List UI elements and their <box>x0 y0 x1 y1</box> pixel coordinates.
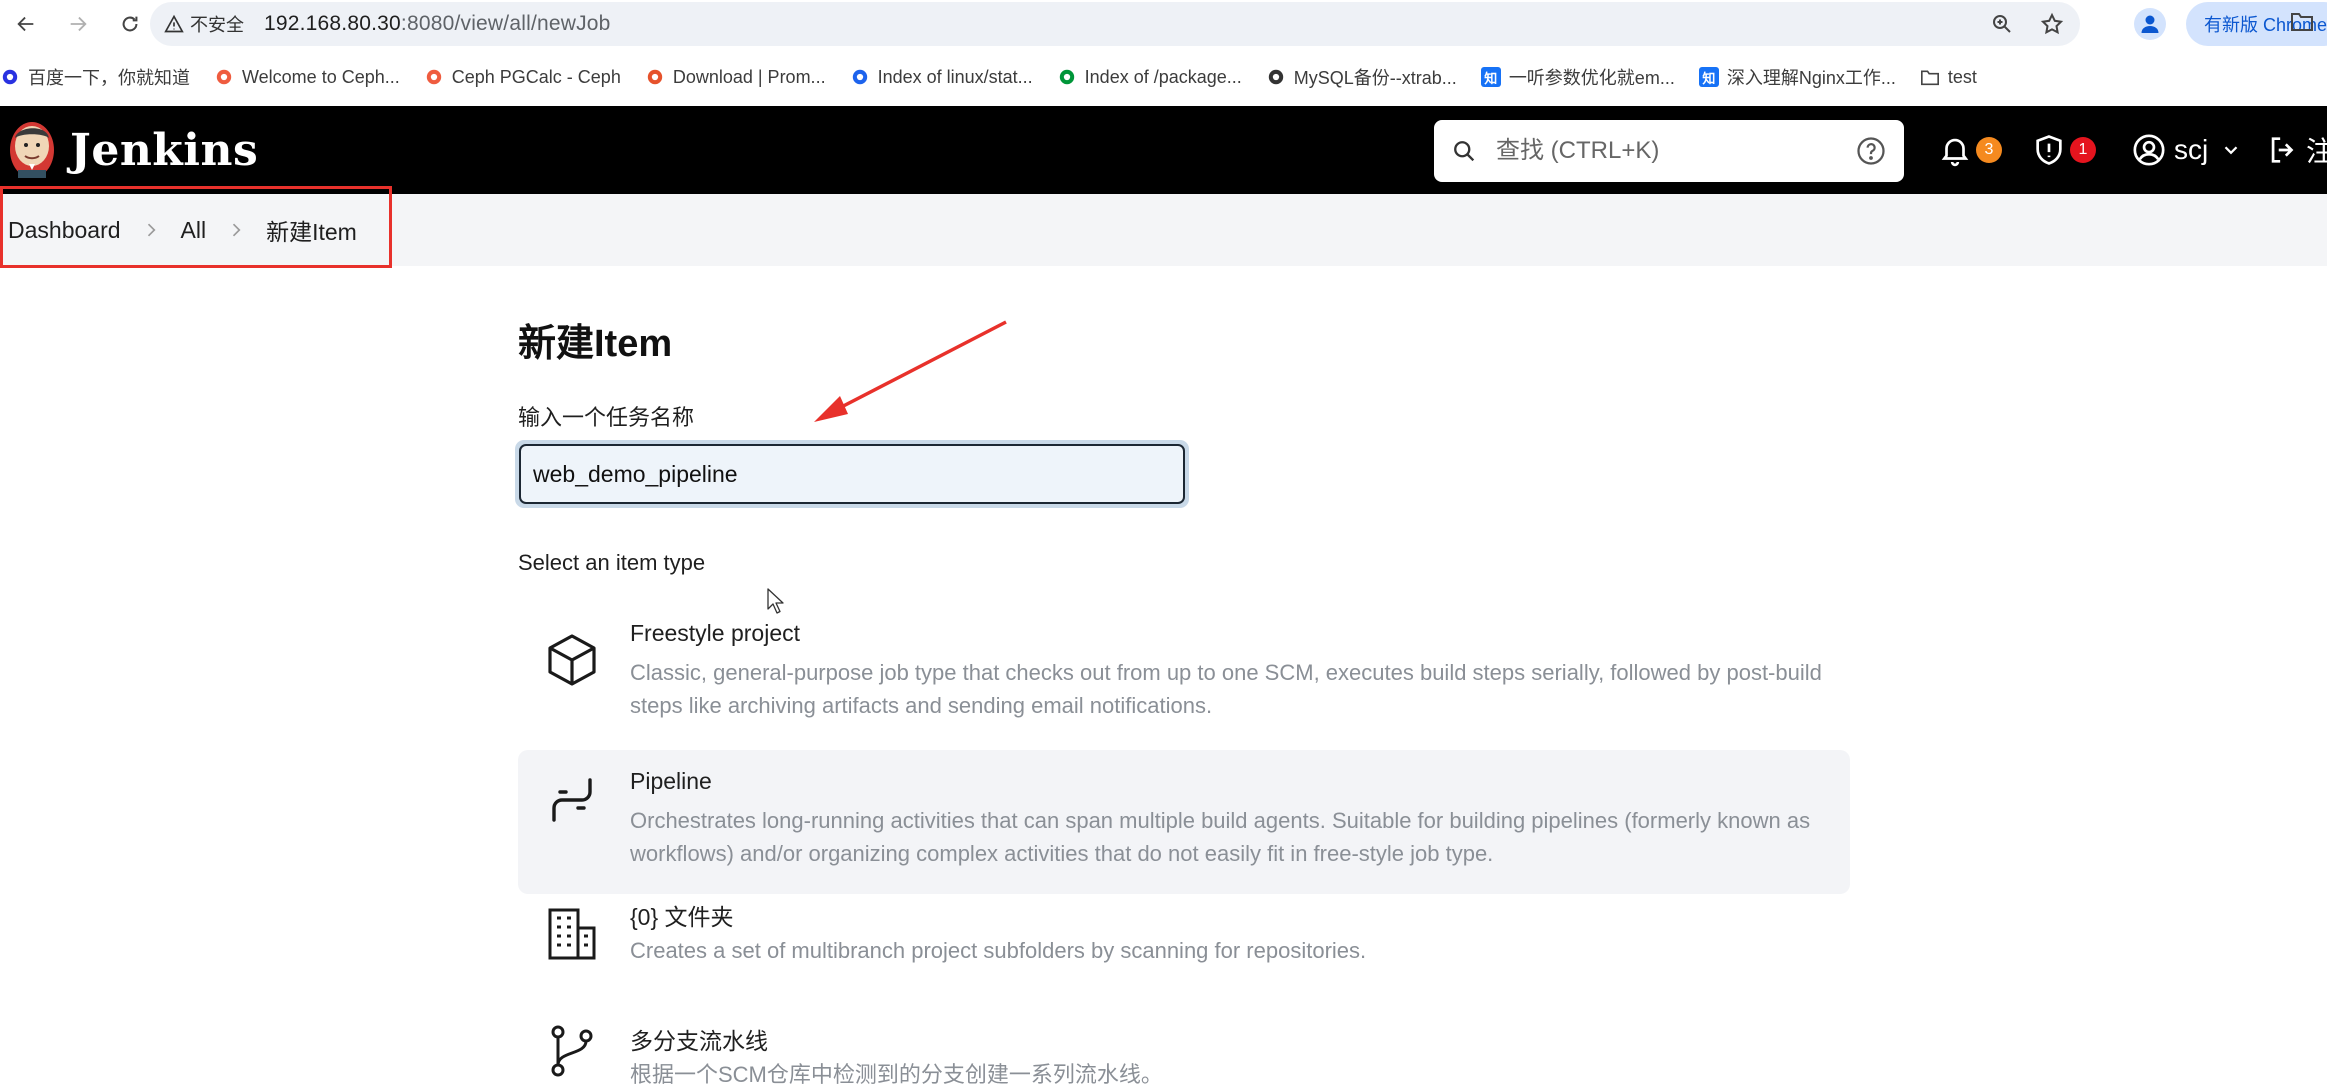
arrow-left-icon <box>17 16 34 32</box>
item-type-label: Select an item type <box>518 550 706 575</box>
search-box[interactable] <box>1434 120 1904 182</box>
baidu-icon <box>0 67 20 87</box>
bookmark-label: 深入理解Nginx工作... <box>1726 68 1896 88</box>
jenkins-wordmark: Jenkins <box>70 124 259 176</box>
bookmark-item[interactable]: test <box>1920 67 1977 88</box>
notifications-badge: 3 <box>1976 137 2002 163</box>
url-host: 192.168.80.30 <box>264 12 401 35</box>
bookmark-item[interactable]: Download | Prom... <box>645 67 826 88</box>
ceph-icon <box>424 67 444 87</box>
security-badge: 1 <box>2070 137 2096 163</box>
mouse-cursor <box>767 588 784 614</box>
security-warning[interactable]: 不安全 <box>164 11 244 37</box>
search-input[interactable] <box>1496 137 1836 165</box>
bookmark-label: Welcome to Ceph... <box>242 66 400 87</box>
git-branch-icon <box>551 1025 593 1077</box>
bookmark-item[interactable]: Welcome to Ceph... <box>214 67 400 88</box>
bookmarks-bar: 百度一下，你就知道 Welcome to Ceph... Ceph PGCalc -… <box>0 56 2327 98</box>
url-path: :8080/view/all/newJob <box>400 12 611 35</box>
folder-icon <box>1920 67 1940 87</box>
prometheus-icon <box>645 67 665 87</box>
reload-button[interactable] <box>104 0 156 48</box>
bookmark-label: MySQL备份--xtrab... <box>1293 68 1457 88</box>
bookmark-label: Index of /package... <box>1084 66 1242 87</box>
logout-icon <box>2271 137 2294 163</box>
bookmark-item[interactable]: Ceph PGCalc - Ceph <box>424 67 621 88</box>
item-name-label: 输入一个任务名称 <box>518 405 695 430</box>
item-type-pipeline[interactable]: Pipeline Orchestrates long-running activ… <box>518 750 1850 894</box>
item-type-description: Classic, general-purpose job type that c… <box>630 660 1822 718</box>
bell-icon <box>1941 138 1969 167</box>
user-circle-icon <box>2133 134 2165 166</box>
bookmark-label: Index of linux/stat... <box>877 66 1033 87</box>
nginx-icon <box>1057 67 1077 87</box>
zoom-icon[interactable] <box>1990 12 2014 36</box>
item-type-name: Pipeline <box>630 768 712 794</box>
item-type-description: 根据一个SCM仓库中检测到的分支创建一系列流水线。 <box>630 1062 1163 1087</box>
security-label: 不安全 <box>190 15 244 35</box>
mysql-icon <box>1266 67 1286 87</box>
security-alerts-button[interactable]: 1 <box>2032 130 2096 170</box>
star-icon[interactable] <box>2040 12 2064 36</box>
folder-icon[interactable] <box>2290 10 2314 32</box>
bookmark-item[interactable]: MySQL备份--xtrab... <box>1266 64 1457 90</box>
bookmark-label: 百度一下，你就知道 <box>28 68 190 88</box>
breadcrumb-bar: Dashboard All 新建Item <box>0 186 2327 268</box>
reload-icon <box>122 16 138 32</box>
warning-triangle-icon <box>164 14 184 33</box>
building-icon <box>548 908 596 960</box>
shield-alert-icon <box>2036 135 2062 165</box>
url-text[interactable]: 192.168.80.30:8080/view/all/newJob <box>264 12 611 36</box>
bookmark-item[interactable]: 百度一下，你就知道 <box>0 64 190 90</box>
jenkins-header: Jenkins 3 1 scj 注 <box>0 106 2327 194</box>
search-icon <box>1454 141 1475 162</box>
page-title: 新建Item <box>518 323 673 365</box>
zhihu-icon: 知 <box>1480 67 1501 87</box>
item-type-name: 多分支流水线 <box>630 1028 768 1054</box>
annotation-arrow <box>814 320 1007 422</box>
item-type-name: {0} 文件夹 <box>630 904 734 930</box>
browser-toolbar: 不安全 192.168.80.30:8080/view/all/newJob 有… <box>0 0 2327 48</box>
back-button[interactable] <box>0 0 52 48</box>
annotation-highlight-box <box>0 186 392 268</box>
docker-icon <box>850 67 870 87</box>
item-name-focus-ring <box>515 440 1189 508</box>
user-menu-button[interactable]: scj <box>2132 130 2242 170</box>
bookmark-label: Ceph PGCalc - Ceph <box>451 66 621 87</box>
forward-button[interactable] <box>52 0 104 48</box>
item-type-description: Creates a set of multibranch project sub… <box>630 938 1367 963</box>
item-type-folder[interactable]: {0} 文件夹 Creates a set of multibranch pro… <box>518 898 1850 1008</box>
item-type-multibranch[interactable]: 多分支流水线 根据一个SCM仓库中检测到的分支创建一系列流水线。 <box>518 1022 1850 1087</box>
ceph-icon <box>214 67 234 87</box>
bookmark-item[interactable]: Index of /package... <box>1057 67 1242 88</box>
arrow-right-icon <box>70 16 87 32</box>
logout-button[interactable]: 注 <box>2266 130 2327 170</box>
logout-label: 注 <box>2306 136 2327 167</box>
pipeline-icon <box>552 778 592 822</box>
notifications-button[interactable]: 3 <box>1938 130 2002 170</box>
bookmark-label: 一听参数优化就em... <box>1508 68 1675 88</box>
jenkins-logo-link[interactable]: Jenkins <box>8 120 258 180</box>
bookmark-item[interactable]: 知深入理解Nginx工作... <box>1698 64 1896 90</box>
jenkins-butler-icon <box>10 122 54 178</box>
zhihu-icon: 知 <box>1698 67 1719 87</box>
bookmark-item[interactable]: Index of linux/stat... <box>850 67 1033 88</box>
address-bar[interactable]: 不安全 192.168.80.30:8080/view/all/newJob <box>150 2 2080 46</box>
chevron-down-icon <box>2224 146 2238 155</box>
bookmark-label: Download | Prom... <box>672 66 826 87</box>
person-icon <box>2141 15 2159 33</box>
item-type-freestyle[interactable]: Freestyle project Classic, general-purpo… <box>518 600 1850 740</box>
item-name-input[interactable] <box>519 444 1185 504</box>
item-type-description: Orchestrates long-running activities tha… <box>630 808 1811 866</box>
user-name: scj <box>2174 134 2209 165</box>
help-icon[interactable] <box>1856 136 1886 166</box>
bookmark-item[interactable]: 知一听参数优化就em... <box>1480 64 1675 90</box>
profile-button[interactable] <box>2134 8 2166 40</box>
item-type-name: Freestyle project <box>630 620 801 646</box>
package-icon <box>548 634 596 686</box>
bookmark-label: test <box>1947 66 1977 87</box>
